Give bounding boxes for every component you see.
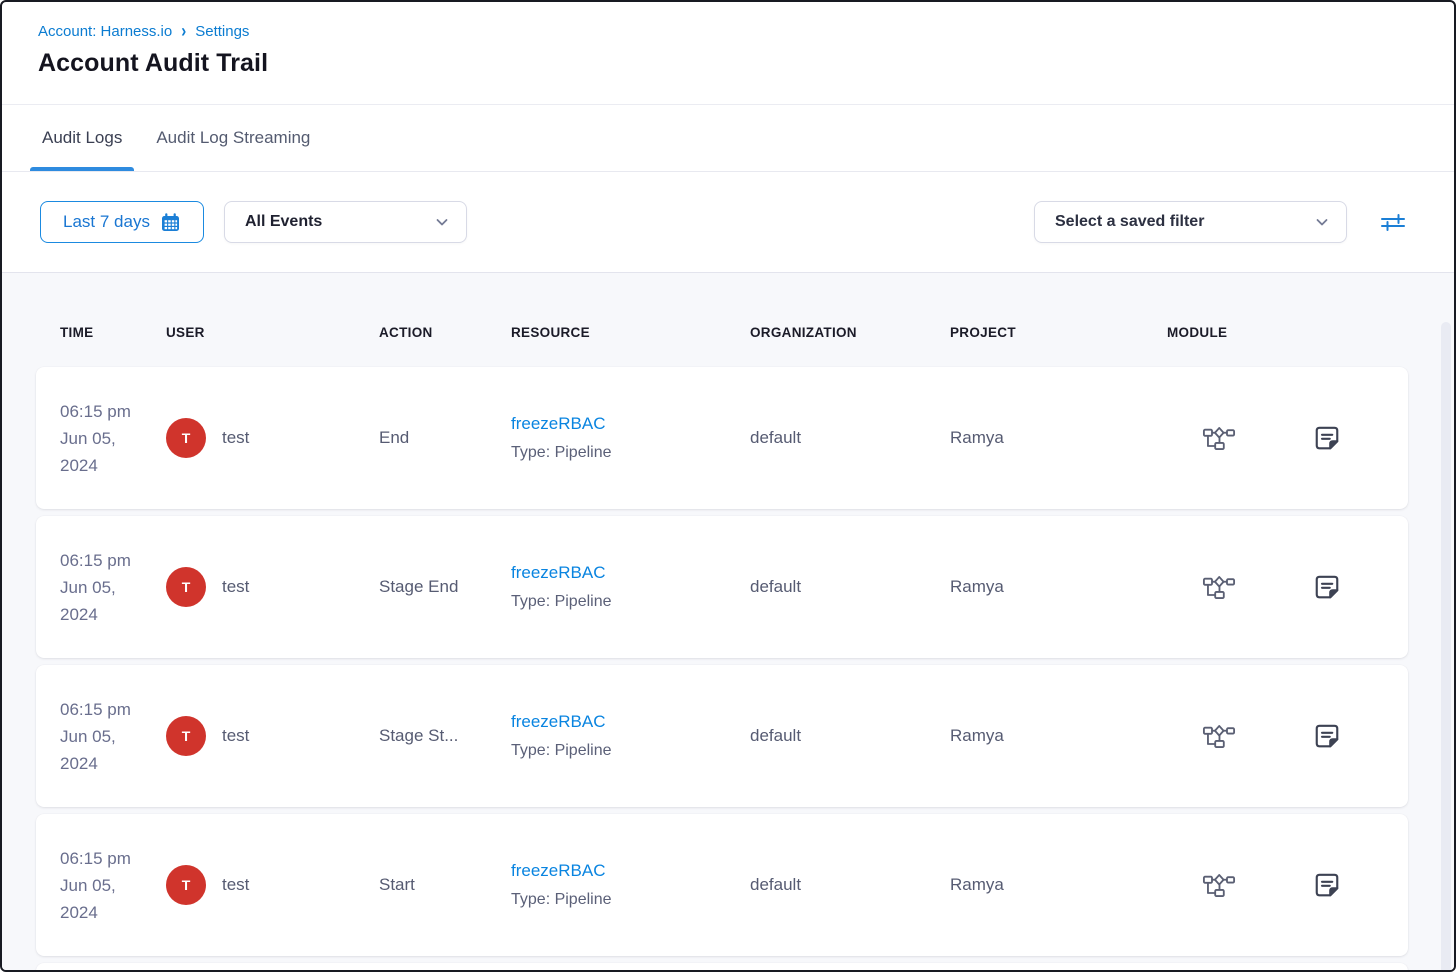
date-range-label: Last 7 days	[63, 212, 150, 232]
audit-user: T test	[166, 567, 379, 607]
pipeline-module-icon	[1202, 872, 1236, 899]
column-header-module: MODULE	[1167, 325, 1270, 340]
audit-organization: default	[750, 875, 950, 895]
note-icon	[1312, 423, 1342, 453]
audit-module	[1167, 425, 1270, 452]
resource-link[interactable]: freezeRBAC	[511, 712, 605, 732]
user-name: test	[222, 577, 249, 597]
note-icon	[1312, 870, 1342, 900]
audit-action: Stage St...	[379, 726, 511, 746]
table-row	[36, 963, 1408, 970]
user-name: test	[222, 428, 249, 448]
pipeline-module-icon	[1202, 723, 1236, 750]
date-range-button[interactable]: Last 7 days	[40, 201, 204, 243]
page-header: Account: Harness.io › Settings Account A…	[2, 2, 1454, 105]
resource-type: Type: Pipeline	[511, 891, 750, 909]
audit-module	[1167, 723, 1270, 750]
column-header-user: USER	[166, 325, 379, 340]
column-header-resource: RESOURCE	[511, 325, 750, 340]
chevron-down-icon	[1314, 214, 1330, 230]
audit-time: 06:15 pm Jun 05, 2024	[60, 696, 166, 777]
breadcrumb-separator-icon: ›	[181, 21, 186, 41]
table-header-row: TIME USER ACTION RESOURCE ORGANIZATION P…	[36, 325, 1408, 340]
audit-project: Ramya	[950, 577, 1167, 597]
audit-resource: freezeRBAC Type: Pipeline	[511, 861, 750, 909]
tabs-bar: Audit Logs Audit Log Streaming	[2, 105, 1454, 172]
table-row: 06:15 pm Jun 05, 2024 T test Stage End f…	[36, 516, 1408, 658]
breadcrumb-settings-link[interactable]: Settings	[195, 23, 249, 40]
table-row: 06:15 pm Jun 05, 2024 T test Start freez…	[36, 814, 1408, 956]
vertical-scrollbar[interactable]	[1441, 322, 1451, 970]
resource-type: Type: Pipeline	[511, 742, 750, 760]
user-avatar: T	[166, 567, 206, 607]
user-avatar: T	[166, 865, 206, 905]
event-summary-button[interactable]	[1310, 719, 1344, 753]
sliders-icon	[1380, 210, 1406, 234]
breadcrumb: Account: Harness.io › Settings	[38, 23, 1418, 40]
user-name: test	[222, 726, 249, 746]
audit-time: 06:15 pm Jun 05, 2024	[60, 845, 166, 926]
tab-audit-logs[interactable]: Audit Logs	[30, 105, 134, 171]
tab-audit-log-streaming[interactable]: Audit Log Streaming	[144, 105, 322, 171]
column-header-action: ACTION	[379, 325, 511, 340]
audit-organization: default	[750, 577, 950, 597]
audit-action: End	[379, 428, 511, 448]
audit-time: 06:15 pm Jun 05, 2024	[60, 398, 166, 479]
resource-link[interactable]: freezeRBAC	[511, 414, 605, 434]
resource-type: Type: Pipeline	[511, 593, 750, 611]
filter-sliders-button[interactable]	[1376, 206, 1410, 238]
pipeline-module-icon	[1202, 574, 1236, 601]
saved-filter-placeholder: Select a saved filter	[1055, 213, 1204, 231]
user-avatar: T	[166, 716, 206, 756]
account-audit-trail-page: Account: Harness.io › Settings Account A…	[0, 0, 1456, 972]
resource-type: Type: Pipeline	[511, 444, 750, 462]
saved-filter-select[interactable]: Select a saved filter	[1034, 201, 1347, 243]
audit-resource: freezeRBAC Type: Pipeline	[511, 414, 750, 462]
event-summary-button[interactable]	[1310, 421, 1344, 455]
resource-link[interactable]: freezeRBAC	[511, 563, 605, 583]
event-summary-button[interactable]	[1310, 868, 1344, 902]
calendar-icon	[160, 212, 181, 233]
event-type-value: All Events	[245, 213, 322, 231]
audit-log-table: TIME USER ACTION RESOURCE ORGANIZATION P…	[2, 273, 1454, 970]
audit-module	[1167, 872, 1270, 899]
audit-time: 06:15 pm Jun 05, 2024	[60, 547, 166, 628]
column-header-time: TIME	[60, 325, 166, 340]
event-type-select[interactable]: All Events	[224, 201, 467, 243]
user-name: test	[222, 875, 249, 895]
table-row: 06:15 pm Jun 05, 2024 T test End freezeR…	[36, 367, 1408, 509]
audit-user: T test	[166, 865, 379, 905]
audit-organization: default	[750, 428, 950, 448]
page-title: Account Audit Trail	[38, 49, 1418, 78]
note-icon	[1312, 572, 1342, 602]
column-header-organization: ORGANIZATION	[750, 325, 950, 340]
audit-action: Start	[379, 875, 511, 895]
audit-project: Ramya	[950, 726, 1167, 746]
audit-module	[1167, 574, 1270, 601]
chevron-down-icon	[434, 214, 450, 230]
audit-user: T test	[166, 418, 379, 458]
pipeline-module-icon	[1202, 425, 1236, 452]
audit-resource: freezeRBAC Type: Pipeline	[511, 563, 750, 611]
resource-link[interactable]: freezeRBAC	[511, 861, 605, 881]
audit-action: Stage End	[379, 577, 511, 597]
audit-resource: freezeRBAC Type: Pipeline	[511, 712, 750, 760]
audit-project: Ramya	[950, 428, 1167, 448]
audit-organization: default	[750, 726, 950, 746]
audit-project: Ramya	[950, 875, 1167, 895]
column-header-project: PROJECT	[950, 325, 1167, 340]
filter-bar: Last 7 days All Events	[2, 172, 1454, 273]
breadcrumb-account-link[interactable]: Account: Harness.io	[38, 23, 172, 40]
event-summary-button[interactable]	[1310, 570, 1344, 604]
user-avatar: T	[166, 418, 206, 458]
audit-user: T test	[166, 716, 379, 756]
note-icon	[1312, 721, 1342, 751]
table-row: 06:15 pm Jun 05, 2024 T test Stage St...…	[36, 665, 1408, 807]
